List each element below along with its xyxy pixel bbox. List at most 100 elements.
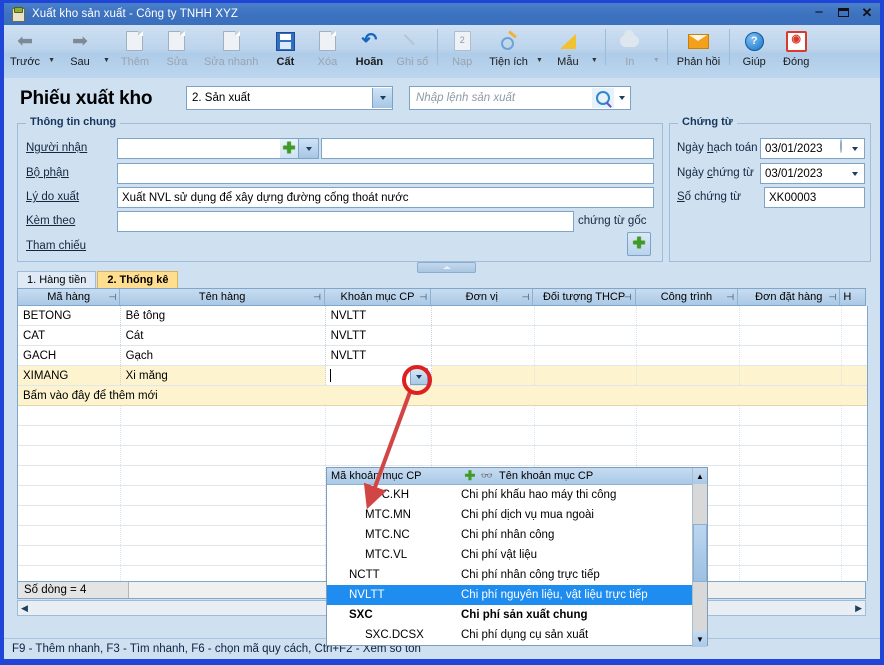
toolbar-button-ghi-so[interactable]: Ghi sổ <box>390 25 434 79</box>
cell-khoan-muc-cp[interactable]: NVLTT <box>326 306 433 325</box>
chevron-down-icon[interactable] <box>614 96 630 100</box>
cell-ma-hang[interactable]: BETONG <box>18 306 121 325</box>
toolbar-button-nap[interactable]: 2 Nạp <box>441 25 483 79</box>
list-item[interactable]: MTC.MN Chi phí dịch vụ mua ngoài <box>327 505 707 525</box>
list-item-selected[interactable]: NVLTT Chi phí nguyên liệu, vật liệu trực… <box>327 585 707 605</box>
cell-don-dat-hang[interactable] <box>740 346 843 365</box>
col-header-cong-trinh[interactable]: Công trình ⊣ <box>636 289 739 305</box>
search-icon[interactable] <box>592 88 614 108</box>
toolbar-button-sua-nhanh[interactable]: Sửa nhanh <box>198 25 264 79</box>
col-header-doi-tuong-thcp[interactable]: Đối tượng THCP ⊣ <box>533 289 636 305</box>
col-header-ma-hang[interactable]: Mã hàng ⊣ <box>18 289 121 305</box>
cell-doi-tuong-thcp[interactable] <box>535 306 638 325</box>
nguoi-nhan-name-input[interactable] <box>321 138 654 159</box>
table-row-empty[interactable] <box>18 446 867 466</box>
ngay-hach-toan-input[interactable]: 03/01/2023 <box>760 138 865 159</box>
toolbar-button-tien-ich[interactable]: Tiện ích <box>483 25 534 79</box>
chevron-down-icon[interactable] <box>298 139 318 158</box>
toolbar-button-truoc[interactable]: ⬅ Trước <box>4 25 46 79</box>
ngay-chung-tu-input[interactable]: 03/01/2023 <box>760 163 865 184</box>
cell-khoan-muc-cp[interactable]: NVLTT <box>326 326 433 345</box>
toolbar-button-them[interactable]: Thêm <box>114 25 156 79</box>
cell-h[interactable] <box>842 366 867 385</box>
pin-icon[interactable]: ⊣ <box>313 292 321 303</box>
toolbar-button-phan-hoi[interactable]: Phản hồi <box>671 25 726 79</box>
cell-cong-trinh[interactable] <box>637 366 740 385</box>
chevron-down-icon[interactable] <box>372 88 392 108</box>
toolbar-caret-truoc[interactable]: ▼ <box>44 57 59 64</box>
add-item-icon[interactable]: ✚ <box>461 468 479 484</box>
table-row-empty[interactable] <box>18 426 867 446</box>
add-nguoi-nhan-button[interactable]: ✚ <box>280 139 298 158</box>
dropdown-vertical-scrollbar[interactable]: ▲ ▼ <box>692 468 707 647</box>
toolbar-button-sua[interactable]: Sửa <box>156 25 198 79</box>
toolbar-caret-mau[interactable]: ▼ <box>587 57 602 64</box>
cell-h[interactable] <box>842 306 867 325</box>
list-item[interactable]: MTC.VL Chi phí vật liệu <box>327 545 707 565</box>
toolbar-button-xoa[interactable]: Xóa <box>306 25 348 79</box>
cell-dropdown-button[interactable] <box>410 368 429 385</box>
list-item[interactable]: SXC.DCSX Chi phí dụng cụ sản xuất <box>327 625 707 645</box>
calendar-icon[interactable] <box>840 139 842 153</box>
nguoi-nhan-input[interactable]: ✚ <box>117 138 319 159</box>
cell-don-dat-hang[interactable] <box>740 326 843 345</box>
col-header-don-vi[interactable]: Đơn vị ⊣ <box>431 289 534 305</box>
tab-thong-ke[interactable]: 2. Thống kê <box>97 271 179 288</box>
bo-phan-input[interactable] <box>117 163 654 184</box>
list-item[interactable]: MTC.KH Chi phí khấu hao máy thi công <box>327 485 707 505</box>
cell-h[interactable] <box>842 346 867 365</box>
chevron-down-icon[interactable] <box>845 139 864 158</box>
cell-doi-tuong-thcp[interactable] <box>535 346 638 365</box>
pin-icon[interactable]: ⊣ <box>726 292 734 303</box>
pin-icon[interactable]: ⊣ <box>108 292 116 303</box>
cell-ten-hang[interactable]: Gạch <box>121 346 326 365</box>
scroll-left-icon[interactable]: ◀ <box>18 603 31 614</box>
scroll-right-icon[interactable]: ▶ <box>852 603 865 614</box>
table-row[interactable]: CAT Cát NVLTT <box>18 326 867 346</box>
cell-don-vi[interactable] <box>432 366 535 385</box>
list-item[interactable]: NCTT Chi phí nhân công trực tiếp <box>327 565 707 585</box>
minimize-button[interactable]: − <box>812 5 826 20</box>
pin-icon[interactable]: ⊣ <box>624 292 632 303</box>
cell-doi-tuong-thcp[interactable] <box>535 366 638 385</box>
cell-ten-hang[interactable]: Bê tông <box>121 306 326 325</box>
cell-ma-hang[interactable]: XIMANG <box>18 366 121 385</box>
add-tham-chieu-button[interactable]: ✚ <box>627 232 651 256</box>
cell-khoan-muc-cp-editing[interactable] <box>325 366 433 385</box>
col-header-h[interactable]: H <box>840 289 865 305</box>
cell-don-dat-hang[interactable] <box>740 366 843 385</box>
cell-cong-trinh[interactable] <box>637 346 740 365</box>
scroll-down-icon[interactable]: ▼ <box>693 631 707 647</box>
cell-don-dat-hang[interactable] <box>740 306 843 325</box>
scroll-up-icon[interactable]: ▲ <box>693 468 707 484</box>
toolbar-button-in[interactable]: In <box>609 25 651 79</box>
toolbar-button-dong[interactable]: ◉ Đóng <box>775 25 817 79</box>
cell-h[interactable] <box>842 326 867 345</box>
col-header-ten-hang[interactable]: Tên hàng ⊣ <box>120 289 325 305</box>
scrollbar-thumb[interactable] <box>693 524 707 582</box>
list-item[interactable]: SXC Chi phí sản xuất chung <box>327 605 707 625</box>
cell-ma-hang[interactable]: GACH <box>18 346 121 365</box>
col-header-khoan-muc-cp[interactable]: Khoản mục CP ⊣ <box>325 289 432 305</box>
cell-doi-tuong-thcp[interactable] <box>535 326 638 345</box>
kem-theo-input[interactable] <box>117 211 574 232</box>
tab-hang-tien[interactable]: 1. Hàng tiền <box>17 271 97 288</box>
cell-don-vi[interactable] <box>432 306 535 325</box>
pin-icon[interactable]: ⊣ <box>522 292 530 303</box>
toolbar-button-hoan[interactable]: ↶ Hoãn <box>348 25 390 79</box>
col-header-don-dat-hang[interactable]: Đơn đặt hàng ⊣ <box>738 289 841 305</box>
cell-ten-hang[interactable]: Xi măng <box>121 366 326 385</box>
cell-cong-trinh[interactable] <box>637 306 740 325</box>
close-button[interactable]: ✕ <box>860 4 874 22</box>
table-row-empty[interactable] <box>18 406 867 426</box>
cell-don-vi[interactable] <box>432 326 535 345</box>
voucher-type-select[interactable]: 2. Sản xuất <box>186 86 393 110</box>
binoculars-icon[interactable]: 👓 <box>479 471 495 482</box>
toolbar-button-mau[interactable]: Mẫu <box>547 25 589 79</box>
new-row-placeholder[interactable]: Bấm vào đây để thêm mới <box>18 386 867 406</box>
toolbar-caret-sau[interactable]: ▼ <box>99 57 114 64</box>
toolbar-button-cat[interactable]: Cất <box>264 25 306 79</box>
toolbar-caret-in[interactable]: ▼ <box>649 57 664 64</box>
toolbar-caret-tien-ich[interactable]: ▼ <box>532 57 547 64</box>
khoan-muc-cp-dropdown[interactable]: Mã khoản mục CP ✚ 👓 Tên khoản mục CP MTC… <box>326 467 708 647</box>
